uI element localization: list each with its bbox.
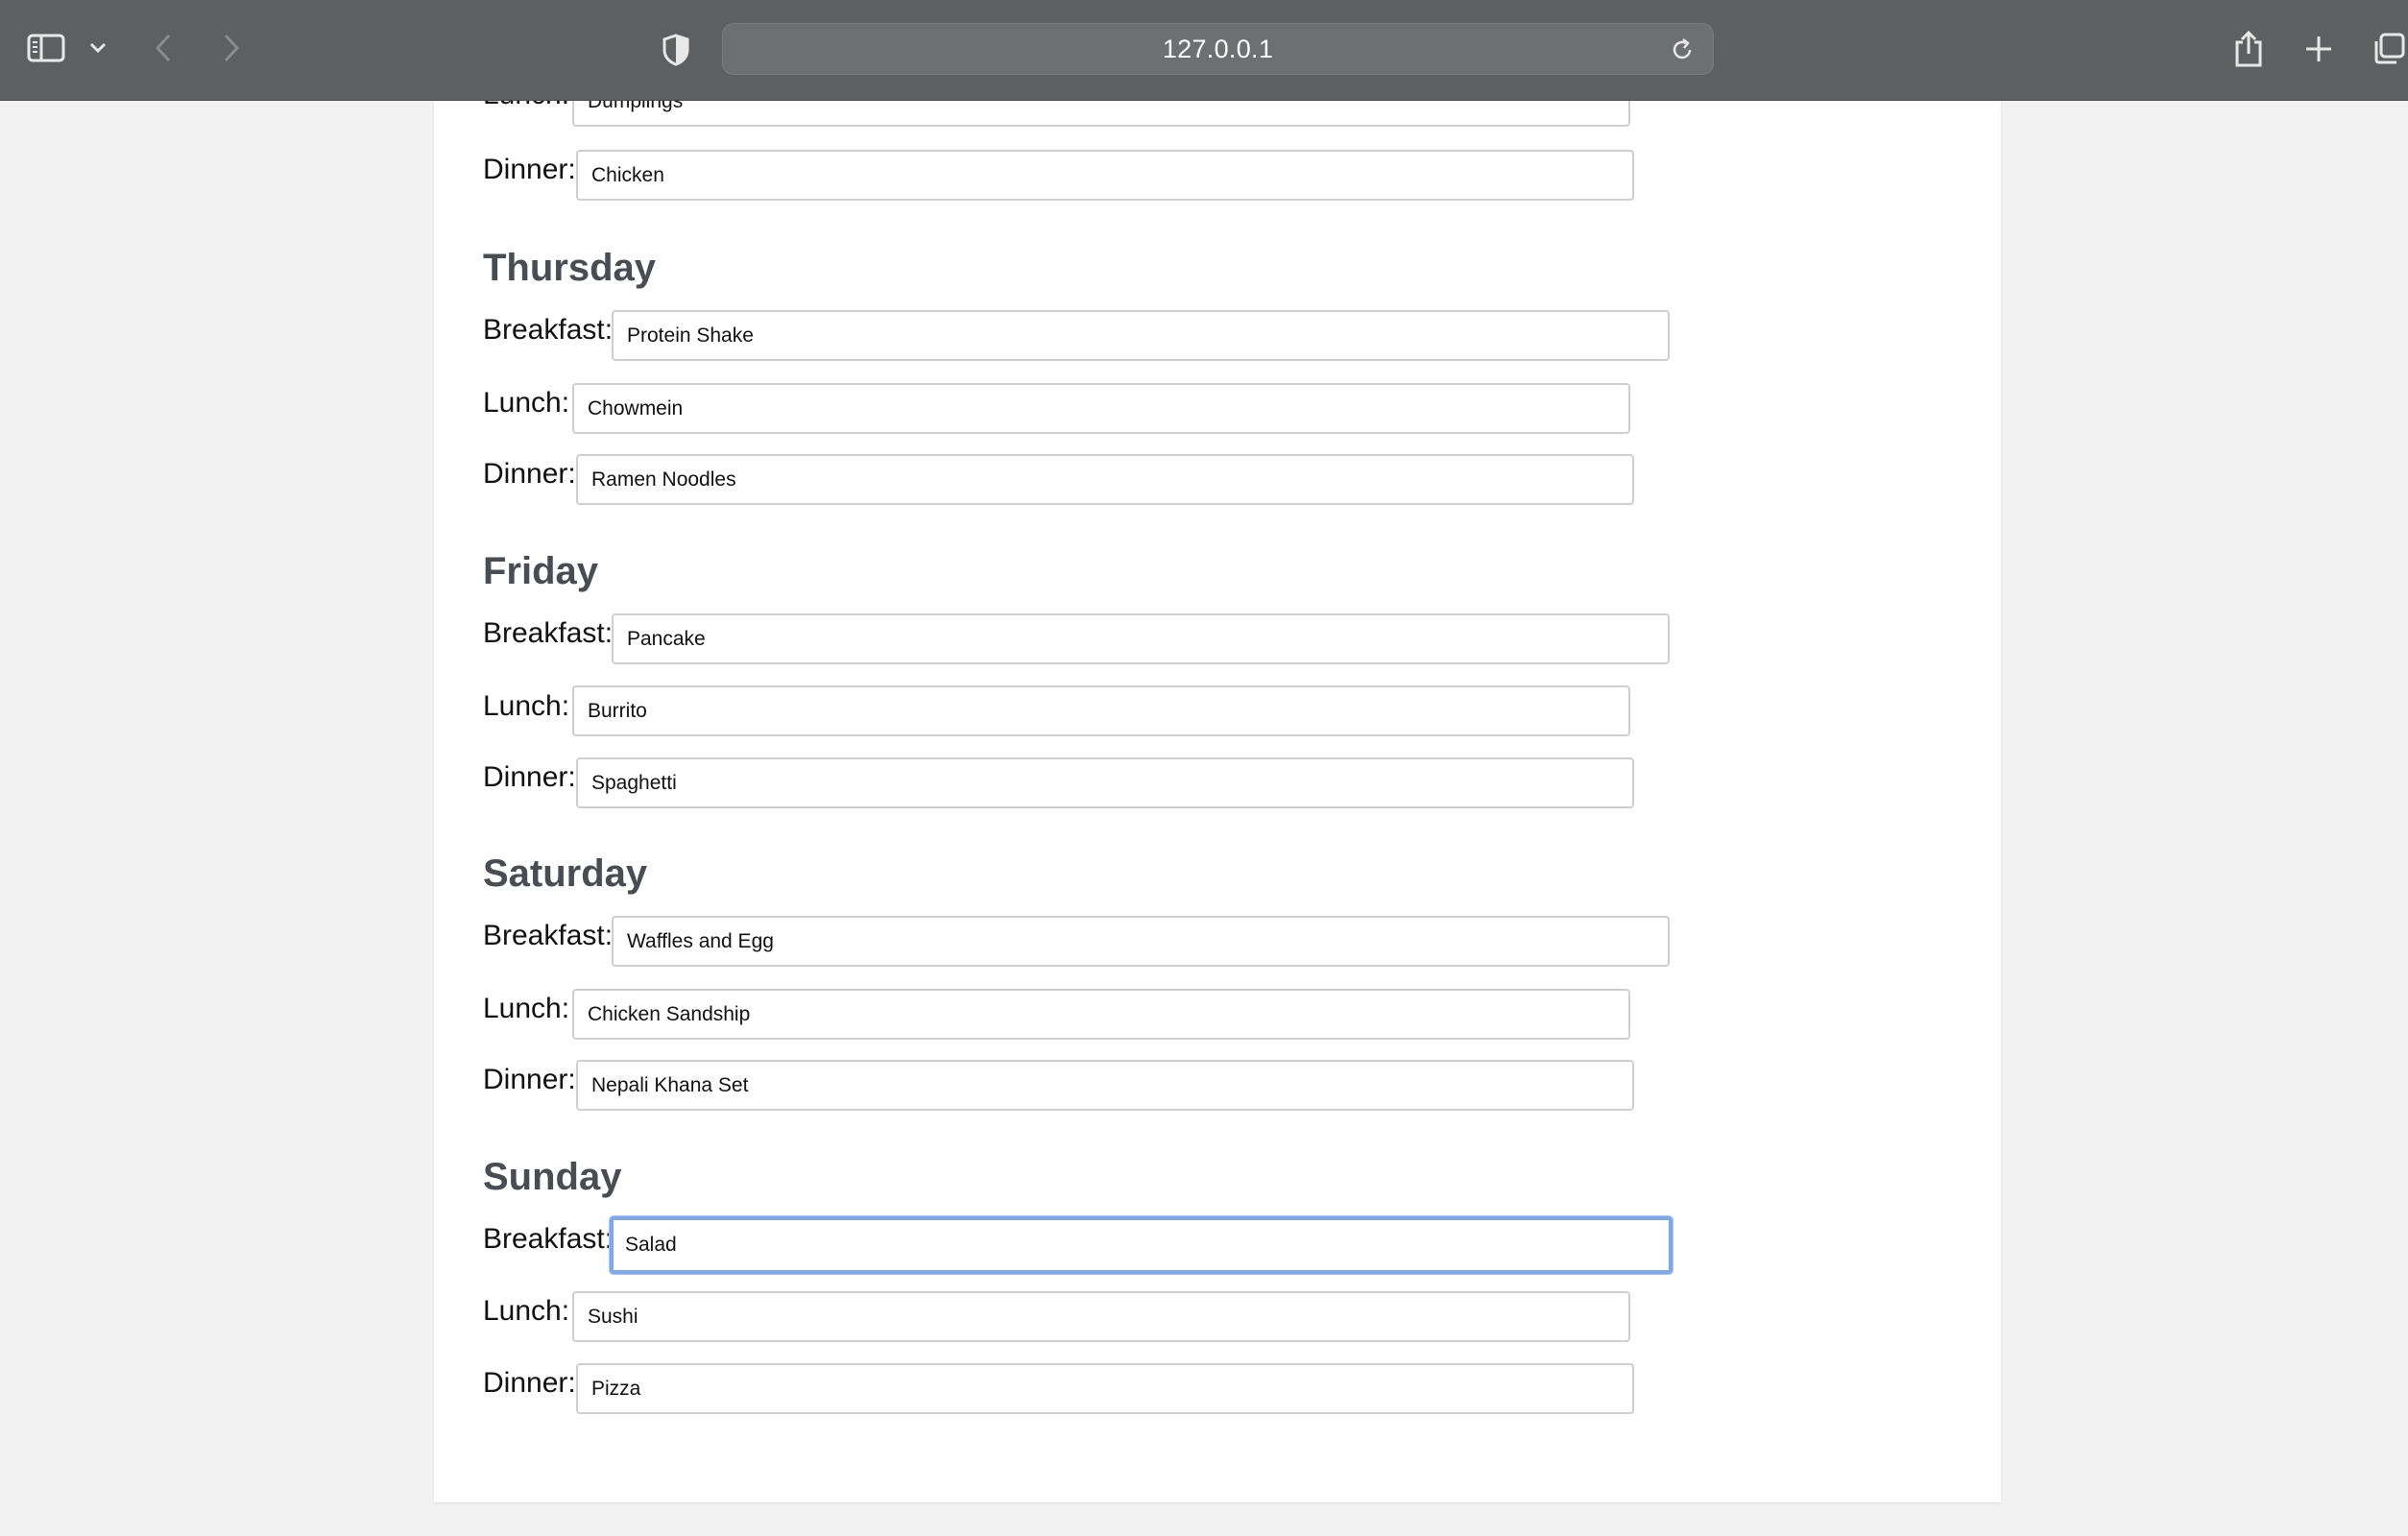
dinner-input-sunday[interactable] [576, 1363, 1634, 1414]
plus-icon[interactable] [2302, 33, 2335, 65]
day-heading-saturday: Saturday [483, 852, 648, 895]
reload-icon[interactable] [1669, 36, 1696, 63]
sidebar-icon[interactable] [25, 31, 67, 65]
dinner-input-saturday[interactable] [576, 1060, 1634, 1111]
breakfast-input-friday[interactable] [612, 613, 1670, 664]
breakfast-label: Breakfast: [483, 314, 614, 346]
day-heading-thursday: Thursday [483, 247, 657, 289]
url-text: 127.0.0.1 [1162, 34, 1274, 63]
dinner-label: Dinner: [483, 1367, 576, 1399]
lunch-input-sunday[interactable] [572, 1291, 1630, 1342]
forward-icon[interactable] [217, 31, 246, 65]
breakfast-input-thursday[interactable] [612, 310, 1670, 361]
browser-toolbar: 127.0.0.1 [0, 0, 2408, 101]
breakfast-input-saturday[interactable] [612, 916, 1670, 967]
back-icon[interactable] [149, 31, 178, 65]
dinner-label: Dinner: [483, 1064, 576, 1095]
dinner-input[interactable] [576, 150, 1634, 201]
dinner-label: Dinner: [483, 458, 576, 490]
breakfast-label: Breakfast: [483, 1223, 614, 1255]
address-bar[interactable]: 127.0.0.1 [722, 23, 1714, 75]
page-viewport: Lunch: Dinner: Thursday Breakfast: Lunch… [0, 101, 2408, 1536]
breakfast-label: Breakfast: [483, 617, 614, 649]
dinner-input-thursday[interactable] [576, 454, 1634, 505]
breakfast-label: Breakfast: [483, 920, 614, 951]
chevron-down-icon[interactable] [86, 36, 109, 60]
lunch-label: Lunch: [483, 690, 570, 722]
tab-overview-icon[interactable] [2372, 32, 2406, 66]
breakfast-input-sunday[interactable] [610, 1216, 1673, 1274]
partial-lunch-row: Lunch: [0, 101, 2408, 130]
lunch-input-friday[interactable] [572, 685, 1630, 736]
lunch-label: Lunch: [483, 387, 570, 419]
lunch-label: Lunch: [483, 101, 569, 111]
dinner-input-friday[interactable] [576, 757, 1634, 808]
lunch-input-thursday[interactable] [572, 383, 1630, 434]
lunch-input-saturday[interactable] [572, 989, 1630, 1040]
dinner-label: Dinner: [483, 761, 576, 793]
day-heading-friday: Friday [483, 550, 599, 592]
lunch-label: Lunch: [483, 1295, 570, 1327]
lunch-input[interactable] [572, 101, 1630, 127]
lunch-label: Lunch: [483, 993, 570, 1024]
dinner-label: Dinner: [483, 154, 576, 185]
shield-icon[interactable] [659, 33, 693, 67]
day-heading-sunday: Sunday [483, 1156, 622, 1198]
share-icon[interactable] [2231, 27, 2266, 69]
